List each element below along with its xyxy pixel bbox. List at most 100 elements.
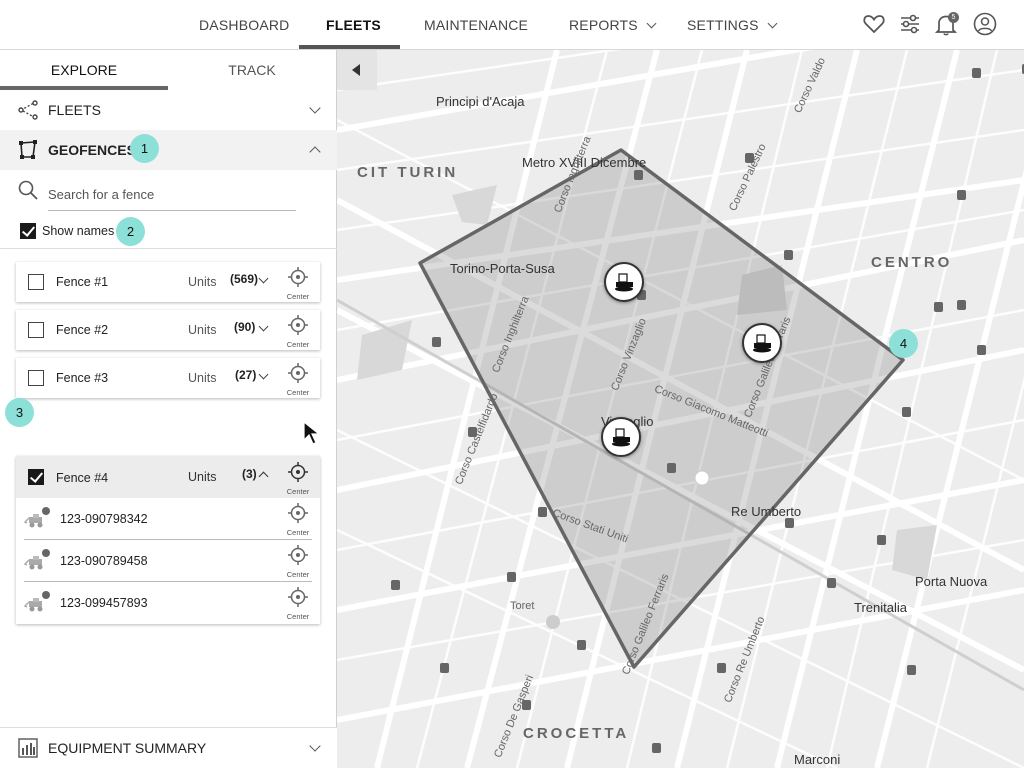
map-label: Toret	[510, 600, 535, 612]
equipment-marker[interactable]	[742, 323, 782, 363]
map-label: Marconi	[794, 752, 841, 767]
search-input[interactable]	[48, 179, 296, 211]
crosshair-icon	[288, 587, 308, 607]
fence-checkbox[interactable]	[28, 469, 44, 485]
unit-id: 123-090789458	[60, 554, 148, 568]
collapse-panel-button[interactable]	[337, 50, 377, 90]
callout-3: 3	[5, 398, 34, 427]
callout-2: 2	[116, 217, 145, 246]
fence-card[interactable]: Fence #3 Units (27) Center	[16, 358, 320, 398]
fence-name: Fence #1	[56, 275, 109, 289]
chevron-up-icon[interactable]	[309, 146, 321, 158]
map-label: Principi d'Acaja	[436, 94, 525, 109]
unit-id: 123-099457893	[60, 596, 148, 610]
sliders-icon[interactable]	[897, 11, 923, 37]
notification-badge: 5	[948, 12, 959, 23]
map-canvas	[337, 50, 1024, 768]
nav-settings-label: SETTINGS	[687, 17, 759, 33]
unit-id: 123-090798342	[60, 512, 148, 526]
excavator-icon	[24, 591, 50, 612]
excavator-icon	[24, 507, 50, 528]
fleets-section[interactable]: FLEETS	[0, 90, 337, 130]
show-names-label: Show names	[42, 224, 115, 238]
equipment-summary-section[interactable]: EQUIPMENT SUMMARY	[0, 727, 337, 768]
nav-fleets-label: FLEETS	[326, 17, 381, 33]
nav-maintenance[interactable]: MAINTENANCE	[424, 0, 528, 50]
nav-settings[interactable]: SETTINGS	[687, 0, 778, 50]
map-view[interactable]: Principi d'Acaja CIT TURIN Metro XVIII D…	[337, 50, 1024, 768]
excavator-icon	[24, 549, 50, 570]
chevron-down-icon[interactable]	[258, 321, 269, 332]
chevron-down-icon[interactable]	[258, 273, 269, 284]
center-label: Center	[286, 388, 310, 397]
fence-checkbox[interactable]	[28, 274, 44, 290]
fence-unit-count: (27)	[235, 368, 257, 382]
fence-card[interactable]: Fence #1 Units (569) Center	[16, 262, 320, 302]
map-label: CENTRO	[871, 254, 953, 271]
crosshair-icon	[288, 267, 308, 287]
center-button[interactable]: Center	[284, 500, 312, 537]
center-button[interactable]: Center	[284, 360, 312, 397]
equipment-summary-label: EQUIPMENT SUMMARY	[48, 740, 207, 756]
center-label: Center	[286, 487, 310, 496]
tab-explore-label: EXPLORE	[50, 62, 118, 78]
chevron-down-icon[interactable]	[258, 369, 269, 380]
center-button[interactable]: Center	[284, 584, 312, 621]
callout-4: 4	[889, 329, 918, 358]
fence-card[interactable]: Fence #2 Units (90) Center	[16, 310, 320, 350]
equipment-marker[interactable]	[604, 262, 644, 302]
center-label: Center	[286, 570, 310, 579]
mouse-cursor-icon	[303, 420, 321, 445]
chevron-down-icon	[767, 18, 778, 29]
excavator-icon	[615, 273, 633, 292]
excavator-icon	[753, 334, 771, 353]
center-button[interactable]: Center	[284, 542, 312, 579]
chevron-down-icon[interactable]	[309, 102, 321, 114]
fence-name: Fence #4	[56, 471, 109, 485]
crosshair-icon	[288, 462, 308, 482]
fence-checkbox[interactable]	[28, 322, 44, 338]
center-button[interactable]: Center	[284, 459, 312, 496]
fence-card-header[interactable]: Fence #4 Units (3) Center	[16, 456, 320, 498]
tab-explore[interactable]: EXPLORE	[0, 50, 168, 90]
show-names-row: Show names	[0, 215, 337, 249]
nav-reports-label: REPORTS	[569, 17, 638, 33]
equipment-marker[interactable]	[601, 417, 641, 457]
chevron-up-icon[interactable]	[258, 471, 269, 482]
unit-row[interactable]: 123-099457893 Center	[16, 582, 320, 624]
search-icon	[18, 180, 38, 200]
excavator-icon	[612, 428, 630, 447]
nav-fleets[interactable]: FLEETS	[326, 0, 381, 50]
heart-icon[interactable]	[861, 11, 887, 37]
crosshair-icon	[288, 545, 308, 565]
nav-dashboard-label: DASHBOARD	[199, 17, 290, 33]
center-label: Center	[286, 292, 310, 301]
center-label: Center	[286, 612, 310, 621]
nav-dashboard[interactable]: DASHBOARD	[199, 0, 289, 50]
report-icon	[18, 738, 38, 758]
nav-reports[interactable]: REPORTS	[569, 0, 657, 50]
unit-row[interactable]: 123-090798342 Center	[16, 498, 320, 540]
fence-name: Fence #3	[56, 371, 109, 385]
map-label: CROCETTA	[523, 725, 630, 742]
unit-row[interactable]: 123-090789458 Center	[16, 540, 320, 582]
center-label: Center	[286, 340, 310, 349]
center-button[interactable]: Center	[284, 264, 312, 301]
route-icon	[18, 100, 38, 120]
crosshair-icon	[288, 363, 308, 383]
chevron-down-icon[interactable]	[309, 740, 321, 752]
show-names-checkbox[interactable]	[20, 223, 36, 239]
callout-1: 1	[130, 134, 159, 163]
crosshair-icon	[288, 315, 308, 335]
map-label: Trenitalia	[854, 600, 907, 615]
center-button[interactable]: Center	[284, 312, 312, 349]
tab-track[interactable]: TRACK	[168, 50, 336, 90]
panel-tabs: EXPLORE TRACK	[0, 50, 336, 90]
geofences-section[interactable]: GEOFENCES	[0, 130, 337, 170]
chevron-down-icon	[646, 18, 657, 29]
fence-checkbox[interactable]	[28, 370, 44, 386]
fence-units-label: Units	[188, 323, 217, 337]
map-label: Torino-Porta-Susa	[450, 261, 555, 276]
left-panel: EXPLORE TRACK FLEETS GEOFENCES 1 Search …	[0, 50, 337, 768]
user-icon[interactable]	[972, 11, 998, 37]
